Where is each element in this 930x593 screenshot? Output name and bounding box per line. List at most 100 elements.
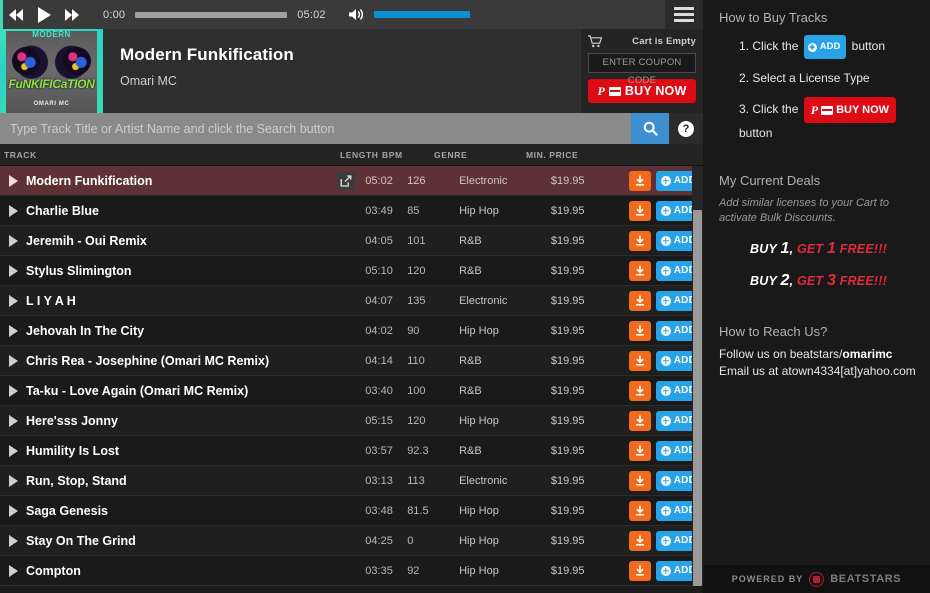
scrollbar-thumb[interactable] xyxy=(693,210,702,586)
row-play-icon[interactable] xyxy=(9,264,18,277)
volume-slider[interactable] xyxy=(373,11,470,18)
row-play-icon[interactable] xyxy=(9,174,18,187)
search-button[interactable] xyxy=(631,113,669,144)
row-genre: Hip Hop xyxy=(459,414,499,427)
table-row[interactable]: Compton 03:35 92 Hip Hop $19.95 ADD xyxy=(0,556,703,586)
row-play-icon[interactable] xyxy=(9,324,18,337)
track-list-scrollbar[interactable] xyxy=(692,166,703,586)
next-track-button[interactable] xyxy=(59,0,85,29)
row-play-icon[interactable] xyxy=(9,234,18,247)
table-row[interactable]: Chris Rea - Josephine (Omari MC Remix) 04… xyxy=(0,346,703,376)
buy-now-chip[interactable]: P BUY NOW xyxy=(803,97,897,123)
row-length: 03:57 xyxy=(365,444,393,457)
download-button[interactable] xyxy=(628,350,651,371)
row-play-icon[interactable] xyxy=(9,294,18,307)
step-number: 1. xyxy=(739,39,750,54)
row-play-icon[interactable] xyxy=(9,414,18,427)
table-row[interactable]: Ta-ku - Love Again (Omari MC Remix) 03:40… xyxy=(0,376,703,406)
row-title: Compton xyxy=(26,563,81,578)
row-genre: Hip Hop xyxy=(459,534,499,547)
download-button[interactable] xyxy=(628,320,651,341)
row-title: Saga Genesis xyxy=(26,503,108,518)
download-button[interactable] xyxy=(628,500,651,521)
how-to-buy-step-3: 3. Click the P BUY NOW button xyxy=(739,97,918,143)
search-input[interactable] xyxy=(0,113,631,144)
contact-prefix: Follow us on beatstars/ xyxy=(719,347,843,361)
table-row[interactable]: Jeremih - Oui Remix 04:05 101 R&B $19.95 ADD xyxy=(0,226,703,256)
track-list: Modern Funkification 05:02 126 Electronic $1… xyxy=(0,166,703,586)
row-play-icon[interactable] xyxy=(9,474,18,487)
row-price: $19.95 xyxy=(550,174,585,187)
row-title: Stylus Slimington xyxy=(26,263,132,278)
row-track-cell: Here'sss Jonny xyxy=(26,414,365,428)
row-length: 04:02 xyxy=(365,324,393,337)
download-button[interactable] xyxy=(628,230,651,251)
plus-icon xyxy=(660,445,671,456)
how-to-buy-step-1: 1. Click the ADD button xyxy=(739,35,918,59)
volume-fill xyxy=(373,11,470,18)
row-play-icon[interactable] xyxy=(9,354,18,367)
download-button[interactable] xyxy=(628,380,651,401)
download-button[interactable] xyxy=(628,560,651,581)
deal-buy-word: BUY xyxy=(750,242,781,256)
table-row[interactable]: Jehovah In The City 04:02 90 Hip Hop $19.95 A… xyxy=(0,316,703,346)
menu-button[interactable] xyxy=(665,0,703,29)
download-button[interactable] xyxy=(628,440,651,461)
powered-by-brand: BEATSTARS xyxy=(830,573,902,585)
table-row[interactable]: Charlie Blue 03:49 85 Hip Hop $19.95 ADD xyxy=(0,196,703,226)
row-price: $19.95 xyxy=(550,534,585,547)
artwork-eye-left xyxy=(12,47,40,75)
row-track-cell: Jeremih - Oui Remix xyxy=(26,234,365,248)
help-button[interactable]: ? xyxy=(669,113,703,144)
previous-track-button[interactable] xyxy=(3,0,29,29)
table-row[interactable]: Humility Is Lost 03:57 92.3 R&B $19.95 ADD xyxy=(0,436,703,466)
row-play-icon[interactable] xyxy=(9,534,18,547)
deal-get-word: GET xyxy=(796,242,827,256)
row-genre: Electronic xyxy=(459,174,508,187)
row-title: Charlie Blue xyxy=(26,203,99,218)
download-button[interactable] xyxy=(628,410,651,431)
table-row[interactable]: Modern Funkification 05:02 126 Electronic $1… xyxy=(0,166,703,196)
row-title: Chris Rea - Josephine (Omari MC Remix) xyxy=(26,353,270,368)
row-genre: Hip Hop xyxy=(459,324,499,337)
download-button[interactable] xyxy=(628,530,651,551)
coupon-input[interactable]: ENTER COUPON CODE xyxy=(588,53,696,86)
download-button[interactable] xyxy=(628,260,651,281)
download-button[interactable] xyxy=(628,470,651,491)
row-play-icon[interactable] xyxy=(9,564,18,577)
row-length: 04:14 xyxy=(365,354,393,367)
add-chip[interactable]: ADD xyxy=(803,35,847,59)
deal-get-number: 3 xyxy=(826,272,837,289)
download-button[interactable] xyxy=(628,170,651,191)
play-button[interactable] xyxy=(29,0,59,29)
row-price: $19.95 xyxy=(550,294,585,307)
row-play-icon[interactable] xyxy=(9,204,18,217)
volume-icon[interactable] xyxy=(348,6,366,24)
row-play-icon[interactable] xyxy=(9,504,18,517)
seek-slider[interactable] xyxy=(135,11,288,18)
table-row[interactable]: L I Y A H 04:07 135 Electronic $19.95 ADD xyxy=(0,286,703,316)
download-button[interactable] xyxy=(628,290,651,311)
table-row[interactable]: Stay On The Grind 04:25 0 Hip Hop $19.95 ADD xyxy=(0,526,703,556)
row-bpm: 0 xyxy=(407,534,414,547)
row-bpm: 90 xyxy=(407,324,420,337)
table-row[interactable]: Here'sss Jonny 05:15 120 Hip Hop $19.95 ADD xyxy=(0,406,703,436)
row-track-cell: Run, Stop, Stand xyxy=(26,474,365,488)
powered-by-label: POWERED BY xyxy=(731,574,804,584)
album-artwork: MODERN FuNKIFICaTION OMARI MC xyxy=(0,29,103,113)
artwork-top-text: MODERN xyxy=(32,30,71,39)
row-play-icon[interactable] xyxy=(9,384,18,397)
row-title: Here'sss Jonny xyxy=(26,413,118,428)
row-track-cell: Jehovah In The City xyxy=(26,324,365,338)
table-row[interactable]: Saga Genesis 03:48 81.5 Hip Hop $19.95 ADD xyxy=(0,496,703,526)
download-button[interactable] xyxy=(628,200,651,221)
row-play-icon[interactable] xyxy=(9,444,18,457)
plus-icon xyxy=(807,42,817,52)
table-row[interactable]: Run, Stop, Stand 03:13 113 Electronic $19.95… xyxy=(0,466,703,496)
column-header-price: MIN. PRICE xyxy=(526,149,579,160)
share-icon[interactable] xyxy=(337,171,356,190)
shopping-cart-icon[interactable] xyxy=(588,35,603,48)
row-bpm: 92 xyxy=(407,564,420,577)
plus-icon xyxy=(660,325,671,336)
table-row[interactable]: Stylus Slimington 05:10 120 R&B $19.95 ADD xyxy=(0,256,703,286)
